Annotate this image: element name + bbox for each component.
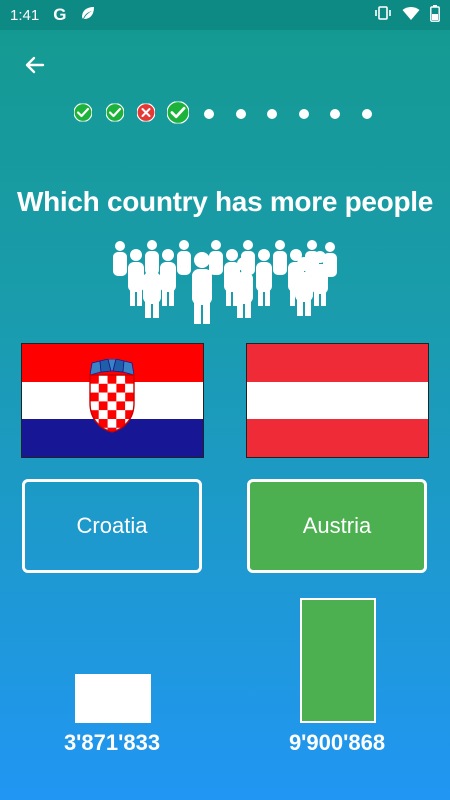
crowd-icon: [108, 238, 342, 329]
progress-dot-pending: [267, 106, 277, 124]
population-bar-austria: [300, 598, 376, 723]
answer-button-croatia[interactable]: Croatia: [22, 479, 202, 573]
progress-dot-pending: [235, 106, 246, 124]
flag-stripe: [247, 344, 428, 382]
population-bar-croatia: [75, 674, 151, 723]
vibrate-icon: [374, 5, 392, 25]
flag-austria[interactable]: [246, 343, 429, 458]
croatia-coat-of-arms-icon: [89, 359, 135, 433]
progress-dot-wrong: [136, 102, 156, 127]
progress-dot-correct: [104, 102, 125, 127]
population-label-croatia: 3'871'833: [63, 730, 161, 755]
question-progress: [0, 100, 450, 129]
flag-stripe: [247, 381, 428, 420]
arrow-left-icon: [23, 53, 47, 82]
progress-dot-pending: [330, 106, 340, 124]
leaf-icon: [80, 5, 96, 25]
google-icon: G: [53, 5, 67, 24]
progress-dot-correct: [73, 102, 93, 127]
progress-dot-correct: [165, 100, 190, 129]
flag-stripe: [247, 419, 428, 457]
progress-dot-pending: [298, 106, 309, 124]
status-bar: 1:41 G: [0, 0, 450, 30]
wifi-icon: [402, 6, 420, 25]
answer-button-austria[interactable]: Austria: [247, 479, 427, 573]
question-text: Which country has more people: [16, 186, 434, 217]
progress-dot-pending: [361, 106, 372, 124]
back-button[interactable]: [20, 52, 50, 82]
status-time: 1:41: [10, 6, 40, 24]
flag-croatia[interactable]: [21, 343, 204, 458]
progress-dot-pending: [204, 106, 214, 124]
population-label-austria: 9'900'868: [288, 730, 386, 755]
battery-icon: [430, 4, 440, 26]
